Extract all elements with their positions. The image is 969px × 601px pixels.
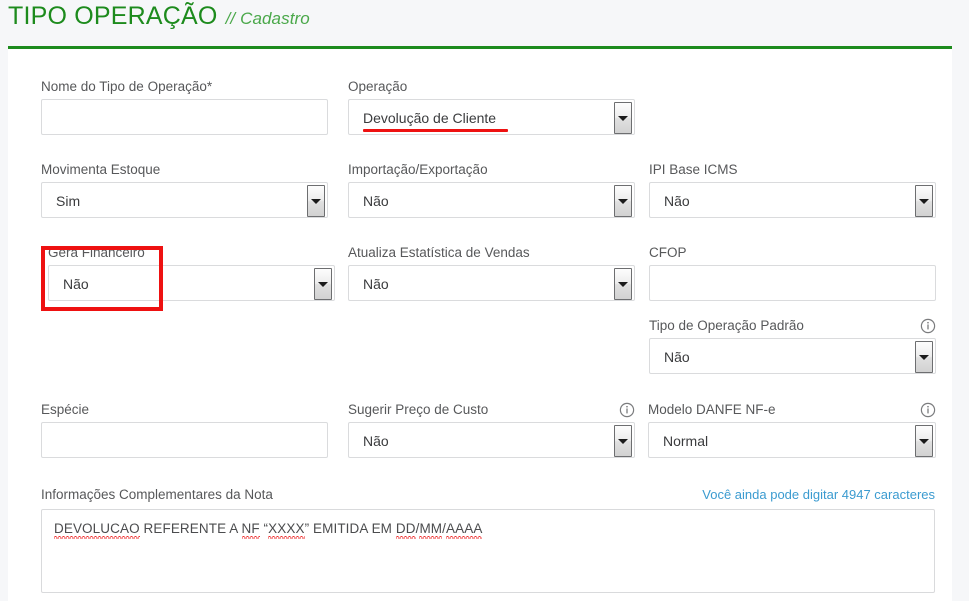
tipo-operacao-padrao-select[interactable]: Não: [649, 338, 936, 374]
notes-textarea[interactable]: DEVOLUCAO REFERENTE A NF “XXXX” EMITIDA …: [41, 509, 935, 593]
importacao-exportacao-select[interactable]: Não: [348, 182, 635, 218]
field-ipi-base-icms: IPI Base ICMS Não: [649, 162, 936, 218]
field-label-row-sugerir-preco-custo: Sugerir Preço de Custo: [348, 402, 635, 418]
field-movimenta-estoque: Movimenta Estoque Sim: [41, 162, 328, 218]
atualiza-estatistica-vendas-select[interactable]: Não: [348, 265, 635, 301]
field-importacao-exportacao: Importação/Exportação Não: [348, 162, 635, 218]
misspelled-token: DD: [395, 521, 416, 539]
char-counter: Você ainda pode digitar 4947 caracteres: [702, 487, 935, 502]
info-circle-icon[interactable]: [920, 318, 936, 334]
especie-input[interactable]: [41, 422, 328, 458]
chevron-down-icon[interactable]: [915, 341, 933, 373]
text-token: ” EMITIDA EM: [304, 521, 396, 536]
field-especie: Espécie: [41, 402, 328, 458]
field-label-row-modelo-danfe-nfe: Modelo DANFE NF-e: [648, 402, 936, 418]
notes-label: Informações Complementares da Nota: [41, 487, 273, 502]
gera-financeiro-select-value: Não: [63, 276, 89, 292]
page-root: TIPO OPERAÇÃO // Cadastro Nome do Tipo de…: [0, 0, 969, 601]
field-label-operacao: Operação: [348, 79, 408, 94]
chevron-down-icon[interactable]: [915, 425, 933, 457]
field-label-especie: Espécie: [41, 402, 90, 417]
modelo-danfe-nfe-select-value: Normal: [663, 433, 709, 449]
field-label-importacao-exportacao: Importação/Exportação: [348, 162, 488, 177]
field-label-row-tipo-operacao-padrao: Tipo de Operação Padrão: [649, 318, 936, 334]
chevron-down-icon[interactable]: [915, 185, 933, 217]
chevron-down-icon[interactable]: [314, 268, 332, 300]
movimenta-estoque-select[interactable]: Sim: [41, 182, 328, 218]
field-label-tipo-operacao-padrao: Tipo de Operação Padrão: [649, 318, 804, 333]
field-label-gera-financeiro: Gera Financeiro: [48, 245, 145, 260]
nome-tipo-operacao-input[interactable]: [41, 99, 328, 135]
notes-label-row: Informações Complementares da Nota Você …: [41, 487, 935, 503]
chevron-down-icon[interactable]: [614, 102, 632, 134]
field-modelo-danfe-nfe: Modelo DANFE NF-e Normal: [648, 402, 936, 458]
page-header: TIPO OPERAÇÃO // Cadastro: [0, 0, 969, 49]
field-nome-tipo-operacao: Nome do Tipo de Operação*: [41, 79, 328, 135]
field-cfop: CFOP: [649, 245, 936, 301]
page-subtitle: // Cadastro: [225, 9, 310, 28]
field-tipo-operacao-padrao: Tipo de Operação Padrão Não: [649, 318, 936, 374]
notes-textarea-value: DEVOLUCAO REFERENTE A NF “XXXX” EMITIDA …: [54, 520, 922, 539]
field-label-ipi-base-icms: IPI Base ICMS: [649, 162, 738, 177]
annotation-underline-operacao: [363, 129, 508, 132]
field-label-sugerir-preco-custo: Sugerir Preço de Custo: [348, 402, 489, 417]
chevron-down-icon[interactable]: [614, 185, 632, 217]
misspelled-token: MM: [419, 521, 443, 539]
chevron-down-icon[interactable]: [307, 185, 325, 217]
misspelled-token: DEVOLUCAO: [54, 521, 140, 539]
chevron-down-icon[interactable]: [614, 425, 632, 457]
sugerir-preco-custo-select[interactable]: Não: [348, 422, 635, 458]
tipo-operacao-padrao-select-value: Não: [664, 349, 690, 365]
movimenta-estoque-select-value: Sim: [56, 193, 81, 209]
field-label-movimenta-estoque: Movimenta Estoque: [41, 162, 161, 177]
info-circle-icon[interactable]: [619, 402, 635, 418]
ipi-base-icms-select[interactable]: Não: [649, 182, 936, 218]
field-label-cfop: CFOP: [649, 245, 687, 260]
field-gera-financeiro: Gera Financeiro Não: [48, 245, 335, 301]
field-label-modelo-danfe-nfe: Modelo DANFE NF-e: [648, 402, 776, 417]
text-token: “: [259, 521, 269, 536]
ipi-base-icms-select-value: Não: [664, 193, 690, 209]
sugerir-preco-custo-select-value: Não: [363, 433, 389, 449]
misspelled-token: NF: [241, 521, 260, 539]
modelo-danfe-nfe-select[interactable]: Normal: [648, 422, 936, 458]
gera-financeiro-select[interactable]: Não: [48, 265, 335, 301]
page-title: TIPO OPERAÇÃO // Cadastro: [8, 2, 310, 31]
misspelled-token: XXXX: [268, 521, 305, 539]
field-operacao: Operação Devolução de Cliente: [348, 79, 635, 135]
cfop-input[interactable]: [649, 265, 936, 301]
page-title-text: TIPO OPERAÇÃO: [8, 2, 218, 30]
atualiza-estatistica-vendas-select-value: Não: [363, 276, 389, 292]
field-sugerir-preco-custo: Sugerir Preço de Custo Não: [348, 402, 635, 458]
text-token: REFERENTE A: [139, 521, 242, 536]
info-circle-icon[interactable]: [920, 402, 936, 418]
misspelled-token: AAAA: [446, 521, 483, 539]
field-label-atualiza-estatistica-vendas: Atualiza Estatística de Vendas: [348, 245, 530, 260]
field-label-nome-tipo-operacao: Nome do Tipo de Operação*: [41, 79, 213, 94]
chevron-down-icon[interactable]: [614, 268, 632, 300]
importacao-exportacao-select-value: Não: [363, 193, 389, 209]
field-atualiza-estatistica-vendas: Atualiza Estatística de Vendas Não: [348, 245, 635, 301]
